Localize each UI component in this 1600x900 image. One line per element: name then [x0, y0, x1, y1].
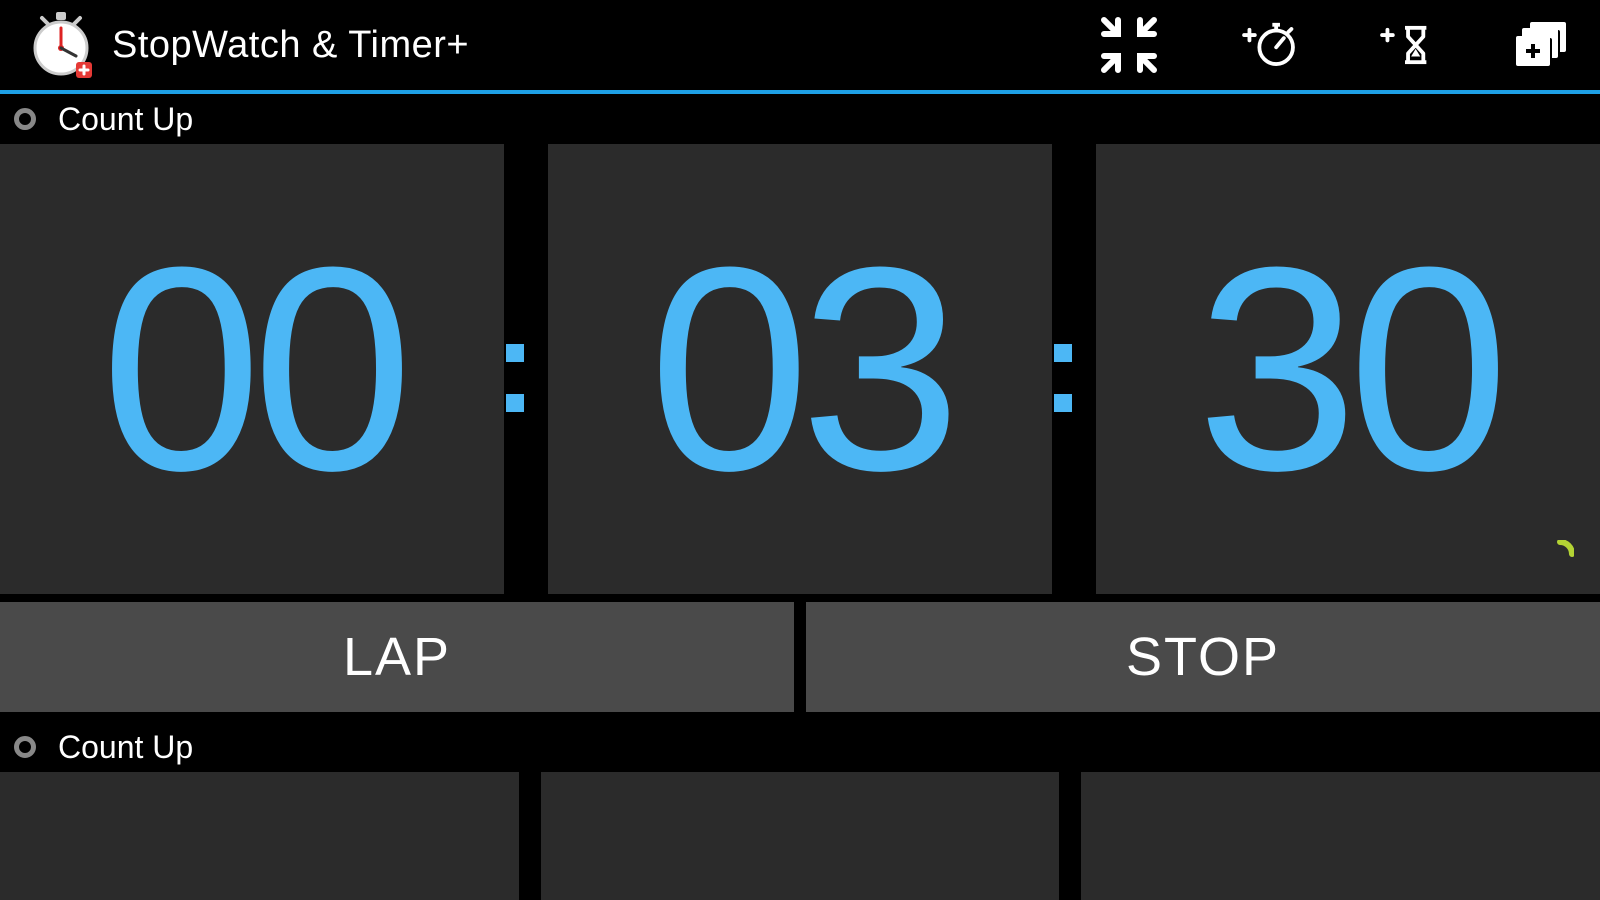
- seconds-panel-2[interactable]: [1081, 772, 1600, 900]
- app-bar: StopWatch & Timer+: [0, 0, 1600, 94]
- stop-button[interactable]: STOP: [806, 602, 1600, 712]
- lap-button[interactable]: LAP: [0, 602, 794, 712]
- spinner-icon: [1546, 540, 1574, 568]
- seconds-value: 30: [1197, 224, 1500, 514]
- app-bar-left: StopWatch & Timer+: [28, 12, 469, 78]
- add-stopwatch-icon[interactable]: [1238, 16, 1296, 74]
- add-tab-icon[interactable]: [1514, 16, 1572, 74]
- timer-display-2: [0, 772, 1600, 900]
- hours-panel-2[interactable]: [0, 772, 519, 900]
- section-header-1[interactable]: Count Up: [0, 94, 1600, 144]
- minutes-value: 03: [649, 224, 952, 514]
- app-bar-actions: [1100, 16, 1572, 74]
- hours-value: 00: [101, 224, 404, 514]
- radio-icon: [14, 736, 36, 758]
- radio-icon: [14, 108, 36, 130]
- buttons-row: LAP STOP: [0, 594, 1600, 712]
- section-header-2[interactable]: Count Up: [0, 722, 1600, 772]
- collapse-icon[interactable]: [1100, 16, 1158, 74]
- seconds-panel[interactable]: 30: [1096, 144, 1600, 594]
- hours-panel[interactable]: 00: [0, 144, 504, 594]
- minutes-panel[interactable]: 03: [548, 144, 1052, 594]
- section-label: Count Up: [58, 729, 193, 766]
- minutes-panel-2[interactable]: [541, 772, 1060, 900]
- timer-display: 00 03 30: [0, 144, 1600, 594]
- add-hourglass-icon[interactable]: [1376, 16, 1434, 74]
- app-title: StopWatch & Timer+: [112, 24, 469, 67]
- app-logo-icon[interactable]: [28, 12, 94, 78]
- section-label: Count Up: [58, 101, 193, 138]
